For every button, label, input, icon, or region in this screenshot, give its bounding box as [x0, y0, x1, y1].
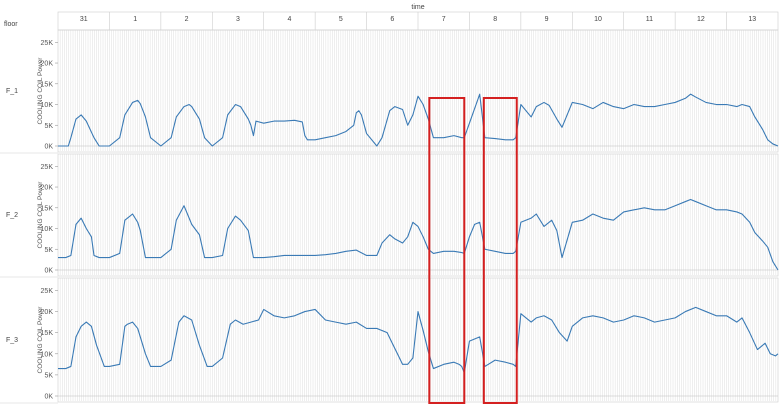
grid-layer — [59, 30, 777, 401]
y-tick-label: 0K — [44, 394, 53, 401]
x-day-label: 12 — [697, 16, 705, 23]
x-day-label: 3 — [236, 16, 240, 23]
x-day-label: 5 — [339, 16, 343, 23]
y-tick-label: 25K — [41, 40, 54, 47]
x-day-label: 2 — [185, 16, 189, 23]
x-day-label: 4 — [287, 16, 291, 23]
y-tick-label: 25K — [41, 164, 54, 171]
y-axis-title: COOLING COIL Power — [37, 306, 44, 374]
row-label: F_1 — [6, 88, 18, 95]
hour-gridlines — [59, 154, 777, 275]
x-day-label: 31 — [80, 16, 88, 23]
y-tick-label: 5K — [44, 372, 53, 379]
y-axis-title: COOLING COIL Power — [37, 181, 44, 249]
hour-gridlines — [59, 30, 777, 151]
y-tick-label: 0K — [44, 144, 53, 151]
y-tick-label: 0K — [44, 268, 53, 275]
row-label: F_2 — [6, 212, 18, 219]
y-tick-label: 5K — [44, 123, 53, 130]
x-day-label: 11 — [646, 16, 653, 23]
y-tick-label: 5K — [44, 247, 53, 254]
frame-layer — [0, 11, 779, 404]
x-day-label: 7 — [442, 16, 446, 23]
x-day-label: 10 — [594, 16, 602, 23]
x-day-label: 8 — [493, 16, 497, 23]
x-day-label: 6 — [390, 16, 394, 23]
highlight-box — [428, 97, 466, 404]
row-field-label: floor — [4, 21, 18, 28]
y-axis-title: COOLING COIL Power — [37, 57, 44, 125]
hour-gridlines — [59, 278, 777, 401]
x-day-label: 1 — [133, 16, 137, 23]
x-day-label: 9 — [545, 16, 549, 23]
y-tick-label: 25K — [41, 288, 54, 295]
x-day-label: 13 — [748, 16, 756, 23]
chart: time floor 31 1 2 3 4 5 6 7 8 9 10 11 12 130K5K10K15K… — [0, 4, 779, 404]
row-label: F_3 — [6, 337, 18, 344]
axis-layer: time floor 31 1 2 3 4 5 6 7 8 9 10 11 12 130K5K10K15K… — [4, 4, 756, 401]
x-field-label: time — [411, 4, 424, 11]
